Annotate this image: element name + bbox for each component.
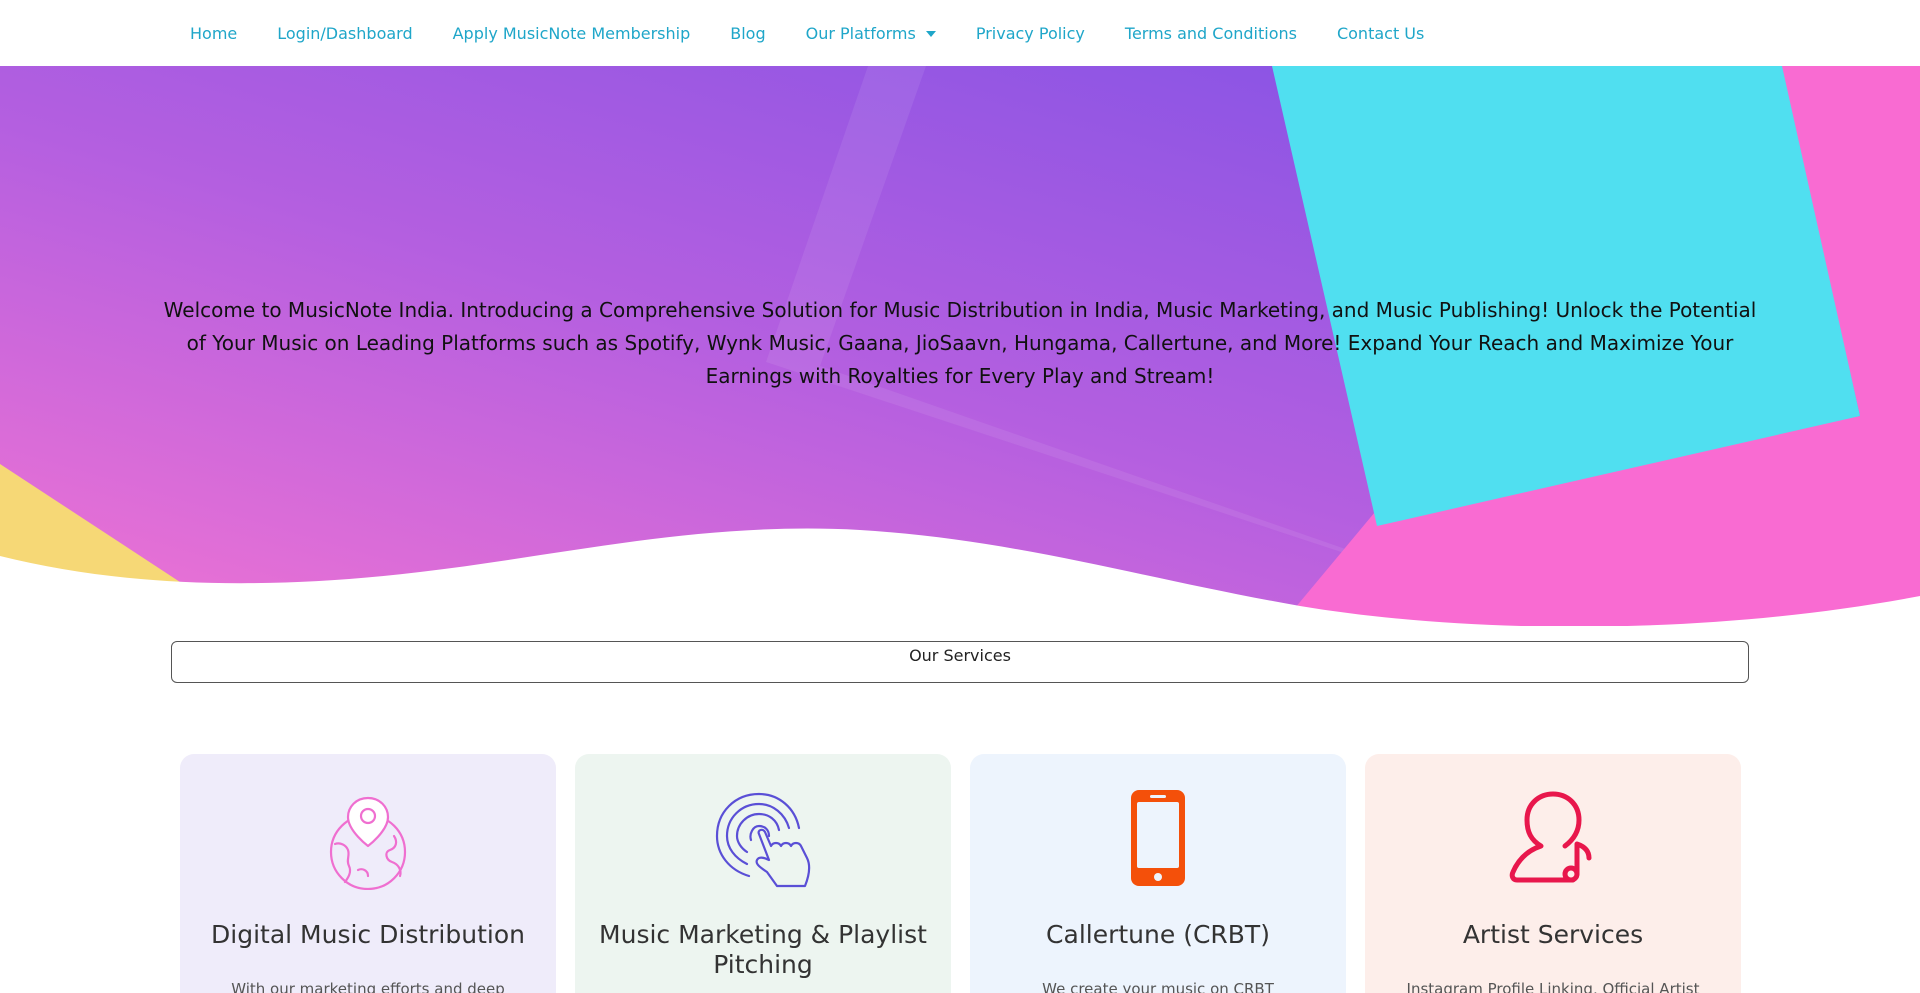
- nav-our-platforms-dropdown[interactable]: Our Platforms: [806, 24, 936, 43]
- services-section-heading: Our Services: [171, 641, 1749, 683]
- service-card-text: With our marketing efforts and deep: [231, 980, 505, 993]
- nav-menu: Home Login/Dashboard Apply MusicNote Mem…: [190, 0, 1464, 66]
- services-title: Our Services: [909, 646, 1011, 665]
- nav-blog-link[interactable]: Blog: [730, 24, 765, 43]
- nav-label: Privacy Policy: [975, 23, 1085, 43]
- nav-privacy-policy-link[interactable]: Privacy Policy: [976, 24, 1085, 43]
- top-navigation: Home Login/Dashboard Apply MusicNote Mem…: [0, 0, 1920, 66]
- service-card-title: Digital Music Distribution: [211, 920, 525, 949]
- globe-pin-icon: [329, 796, 407, 890]
- nav-label: Our Platforms: [805, 23, 916, 43]
- service-card-text: We create your music on CRBT (callertune…: [1042, 980, 1274, 993]
- nav-label: Terms and Conditions: [1124, 23, 1297, 43]
- nav-login-dashboard-link[interactable]: Login/Dashboard: [277, 24, 412, 43]
- nav-label: Home: [190, 23, 238, 43]
- service-card-distribution[interactable]: Digital Music Distribution With our mark…: [180, 754, 556, 993]
- hero-banner: Welcome to MusicNote India. Introducing …: [0, 66, 1920, 626]
- caret-down-icon: [925, 31, 936, 37]
- touch-tap-icon: [715, 792, 811, 888]
- nav-label: Contact Us: [1336, 23, 1425, 43]
- service-card-title: Music Marketing & Playlist Pitching: [599, 920, 927, 979]
- hero-welcome-text: Welcome to MusicNote India. Introducing …: [163, 298, 1757, 388]
- nav-label: Blog: [730, 23, 766, 43]
- service-card-title: Artist Services: [1462, 920, 1644, 949]
- nav-home-link[interactable]: Home: [190, 24, 237, 43]
- service-card-text: Instagram Profile Linking, Official Arti…: [1406, 980, 1700, 993]
- nav-apply-membership-link[interactable]: Apply MusicNote Membership: [453, 24, 691, 43]
- artist-note-icon: [1509, 791, 1592, 883]
- nav-contact-link[interactable]: Contact Us: [1337, 24, 1424, 43]
- service-card-marketing[interactable]: Music Marketing & Playlist Pitching: [575, 754, 951, 993]
- mobile-phone-icon: [1131, 790, 1185, 886]
- nav-label: Apply MusicNote Membership: [452, 23, 691, 43]
- service-card-callertune[interactable]: Callertune (CRBT) We create your music o…: [970, 754, 1346, 993]
- service-card-title: Callertune (CRBT): [1046, 920, 1270, 949]
- service-card-artist[interactable]: Artist Services Instagram Profile Linkin…: [1365, 754, 1741, 993]
- nav-terms-link[interactable]: Terms and Conditions: [1125, 24, 1297, 43]
- nav-label: Login/Dashboard: [277, 23, 413, 43]
